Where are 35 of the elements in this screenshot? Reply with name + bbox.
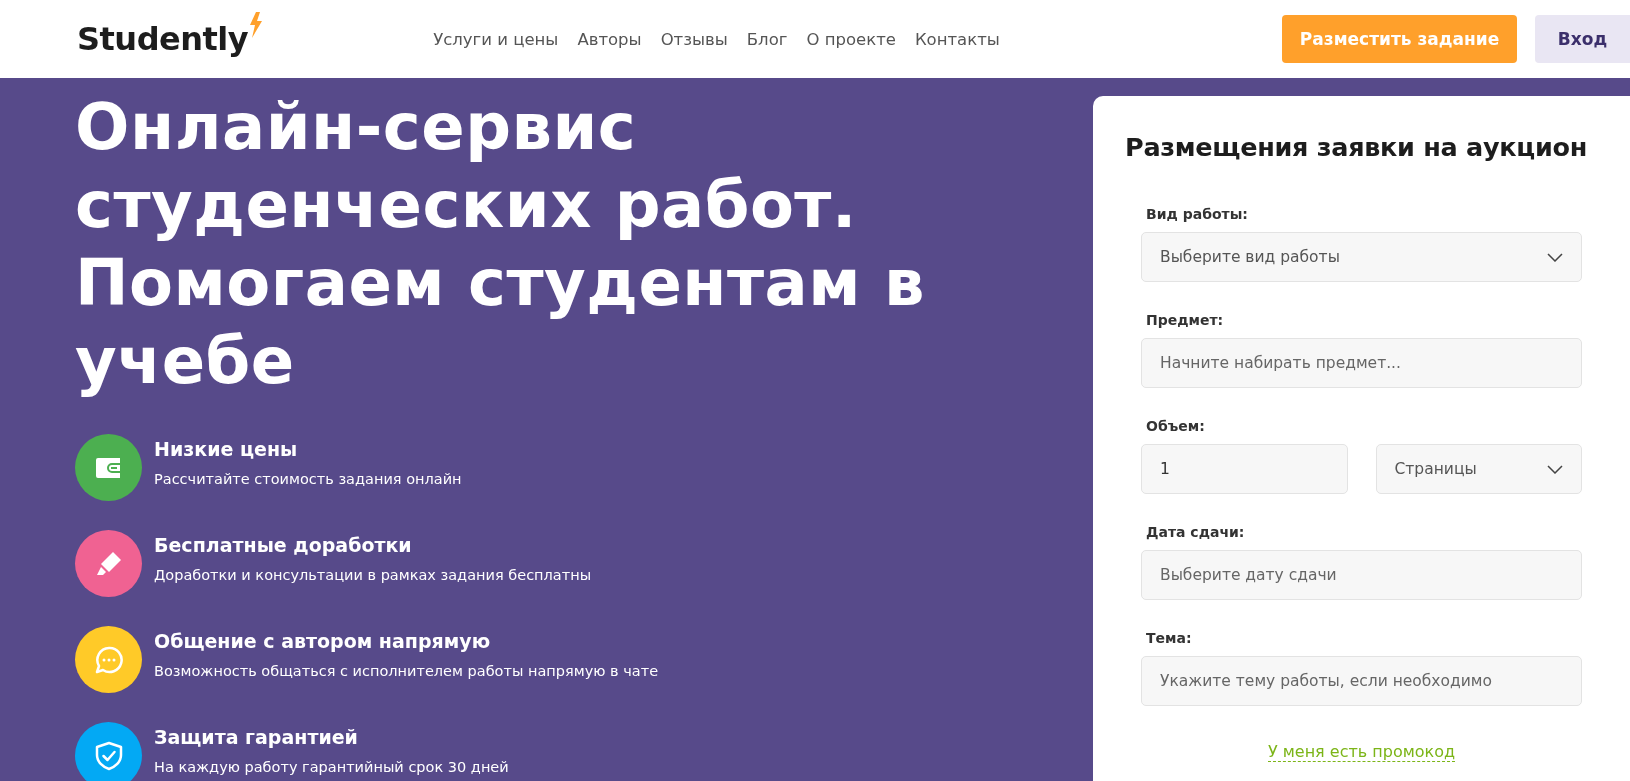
feature-title: Бесплатные доработки xyxy=(154,534,413,556)
nav-link[interactable]: Услуги и цены xyxy=(433,29,559,49)
dropdown[interactable]: Выберите вид работы xyxy=(1141,232,1582,282)
input-field[interactable]: Укажите тему работы, если необходимо xyxy=(1141,656,1582,706)
lightning-icon xyxy=(249,12,264,38)
nav-link[interactable]: Контакты xyxy=(914,29,1000,49)
marker-icon xyxy=(94,549,123,578)
feature-title: Защита гарантией xyxy=(154,726,359,748)
hero-heading: Онлайн-сервис студенческих работ. Помогаем студентам в учебе xyxy=(75,89,926,400)
field-label: Тема: xyxy=(1145,630,1193,646)
login-button[interactable]: Вход xyxy=(1535,15,1630,63)
shield-check-icon xyxy=(94,740,123,771)
field-label: Вид работы: xyxy=(1145,206,1249,222)
wallet-icon xyxy=(95,457,122,478)
feature-description: Рассчитайте стоимость задания онлайн xyxy=(154,471,462,487)
field-label: Дата сдачи: xyxy=(1145,524,1246,540)
input-field[interactable]: Выберите дату сдачи xyxy=(1141,550,1582,600)
logo-text[interactable]: Studently xyxy=(77,20,249,58)
input-field[interactable]: 1 xyxy=(1141,444,1348,494)
feature-title: Низкие цены xyxy=(154,438,299,460)
nav-link[interactable]: Авторы xyxy=(577,29,642,49)
feature-title: Общение с автором напрямую xyxy=(154,630,492,652)
nav-link[interactable]: Блог xyxy=(746,29,788,49)
chat-bubble-icon xyxy=(93,644,124,675)
feature-description: На каждую работу гарантийный срок 30 дней xyxy=(154,759,509,775)
chevron-down-icon xyxy=(1547,464,1563,474)
input-field[interactable]: Начните набирать предмет... xyxy=(1141,338,1582,388)
feature-description: Доработки и консультации в рамках задания бесплатны xyxy=(154,567,592,583)
field-label: Объем: xyxy=(1145,418,1206,434)
feature-description: Возможность общаться с исполнителем работы напрямую в чате xyxy=(154,663,659,679)
nav-link[interactable]: Отзывы xyxy=(660,29,728,49)
field-label: Предмет: xyxy=(1145,312,1225,328)
dropdown[interactable]: Страницы xyxy=(1375,444,1582,494)
chevron-down-icon xyxy=(1547,252,1563,262)
nav-link[interactable]: О проекте xyxy=(806,29,896,49)
